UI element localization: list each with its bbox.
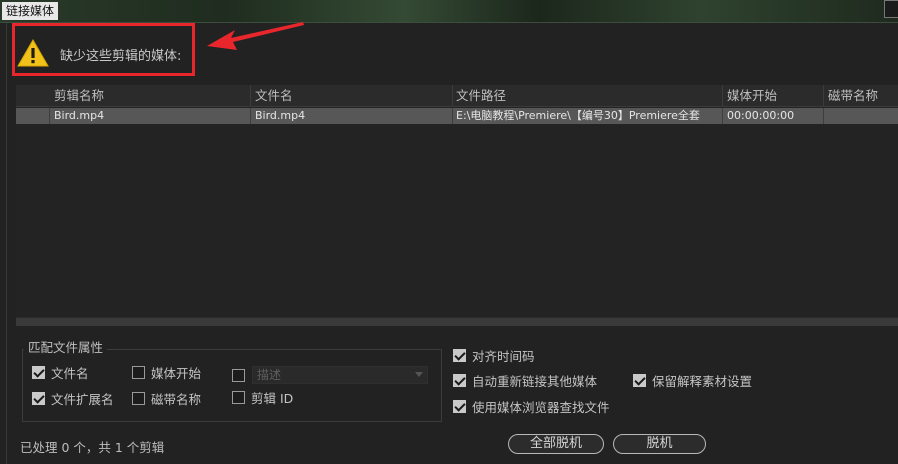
description-dropdown-value: 描述	[257, 368, 282, 382]
title-bar: 链接媒体	[0, 0, 898, 22]
checkbox-empty-icon	[132, 365, 145, 379]
checkbox-label: 文件名	[51, 365, 89, 381]
chevron-down-icon	[415, 372, 423, 377]
missing-clips-table: 剪辑名称 文件名 文件路径 媒体开始 磁带名称 Bird.mp4 Bird.mp…	[16, 85, 898, 317]
cell-file-name: Bird.mp4	[255, 109, 306, 122]
annotation-arrow-icon	[207, 22, 304, 50]
description-dropdown[interactable]: 描述	[252, 366, 428, 384]
column-header-media-start[interactable]: 媒体开始	[723, 85, 823, 107]
match-properties-title: 匹配文件属性	[24, 340, 108, 356]
tape-name-checkbox[interactable]: 磁带名称	[132, 390, 202, 407]
auto-relink-checkbox[interactable]: 自动重新链接其他媒体	[453, 372, 598, 389]
checkbox-checked-icon	[453, 373, 466, 387]
window-title: 链接媒体	[2, 2, 59, 20]
column-header-tape-name[interactable]: 磁带名称	[824, 85, 898, 107]
offline-button[interactable]: 脱机	[613, 434, 706, 454]
align-timecode-checkbox[interactable]: 对齐时间码	[453, 347, 535, 364]
cell-tape-name	[824, 108, 898, 124]
cell-media-start: 00:00:00:00	[727, 109, 795, 122]
table-header: 剪辑名称 文件名 文件路径 媒体开始 磁带名称	[16, 85, 898, 107]
checkbox-label: 保留解释素材设置	[652, 373, 753, 389]
left-border	[6, 23, 7, 464]
checkbox-checked-icon	[453, 399, 466, 413]
checkbox-checked-icon	[633, 373, 646, 387]
checkbox-label: 使用媒体浏览器查找文件	[472, 399, 610, 415]
column-header-clip-name[interactable]: 剪辑名称	[50, 85, 250, 107]
annotation-highlight-box	[12, 23, 195, 76]
progress-status: 已处理 0 个，共 1 个剪辑	[20, 440, 165, 455]
checkbox-label: 媒体开始	[151, 365, 202, 381]
table-row[interactable]: Bird.mp4 Bird.mp4 E:\电脑教程\Premiere\【编号30…	[16, 108, 898, 124]
offline-all-button[interactable]: 全部脱机	[508, 434, 604, 454]
checkbox-checked-icon	[453, 348, 466, 362]
checkbox-label: 剪辑 ID	[251, 390, 294, 406]
match-properties-group	[22, 349, 442, 422]
horizontal-scrollbar[interactable]	[16, 317, 898, 326]
checkbox-label: 磁带名称	[151, 391, 202, 407]
use-media-browser-checkbox[interactable]: 使用媒体浏览器查找文件	[453, 398, 610, 415]
column-header-file-name[interactable]: 文件名	[251, 85, 451, 107]
checkbox-empty-icon	[232, 390, 245, 404]
checkbox-label: 文件扩展名	[51, 391, 114, 407]
file-name-checkbox[interactable]: 文件名	[32, 364, 89, 381]
file-extension-checkbox[interactable]: 文件扩展名	[32, 390, 114, 407]
preserve-interpret-checkbox[interactable]: 保留解释素材设置	[633, 372, 753, 389]
checkbox-label: 对齐时间码	[472, 348, 535, 364]
checkbox-empty-icon	[132, 391, 145, 405]
media-start-checkbox[interactable]: 媒体开始	[132, 364, 202, 381]
clip-id-checkbox[interactable]: 剪辑 ID	[232, 389, 294, 406]
description-checkbox[interactable]	[232, 367, 251, 383]
checkbox-checked-icon	[32, 365, 45, 379]
checkbox-label: 自动重新链接其他媒体	[472, 373, 598, 389]
cell-file-path: E:\电脑教程\Premiere\【编号30】Premiere全套	[456, 109, 700, 122]
checkbox-checked-icon	[32, 391, 45, 405]
close-button[interactable]	[884, 0, 898, 18]
column-header-file-path[interactable]: 文件路径	[452, 85, 722, 107]
link-media-dialog: 链接媒体 缺少这些剪辑的媒体: 剪辑名称 文件名 文件路径 媒体开始 磁带名称 …	[0, 0, 898, 464]
checkbox-empty-icon	[232, 368, 245, 382]
cell-clip-name: Bird.mp4	[54, 109, 105, 122]
